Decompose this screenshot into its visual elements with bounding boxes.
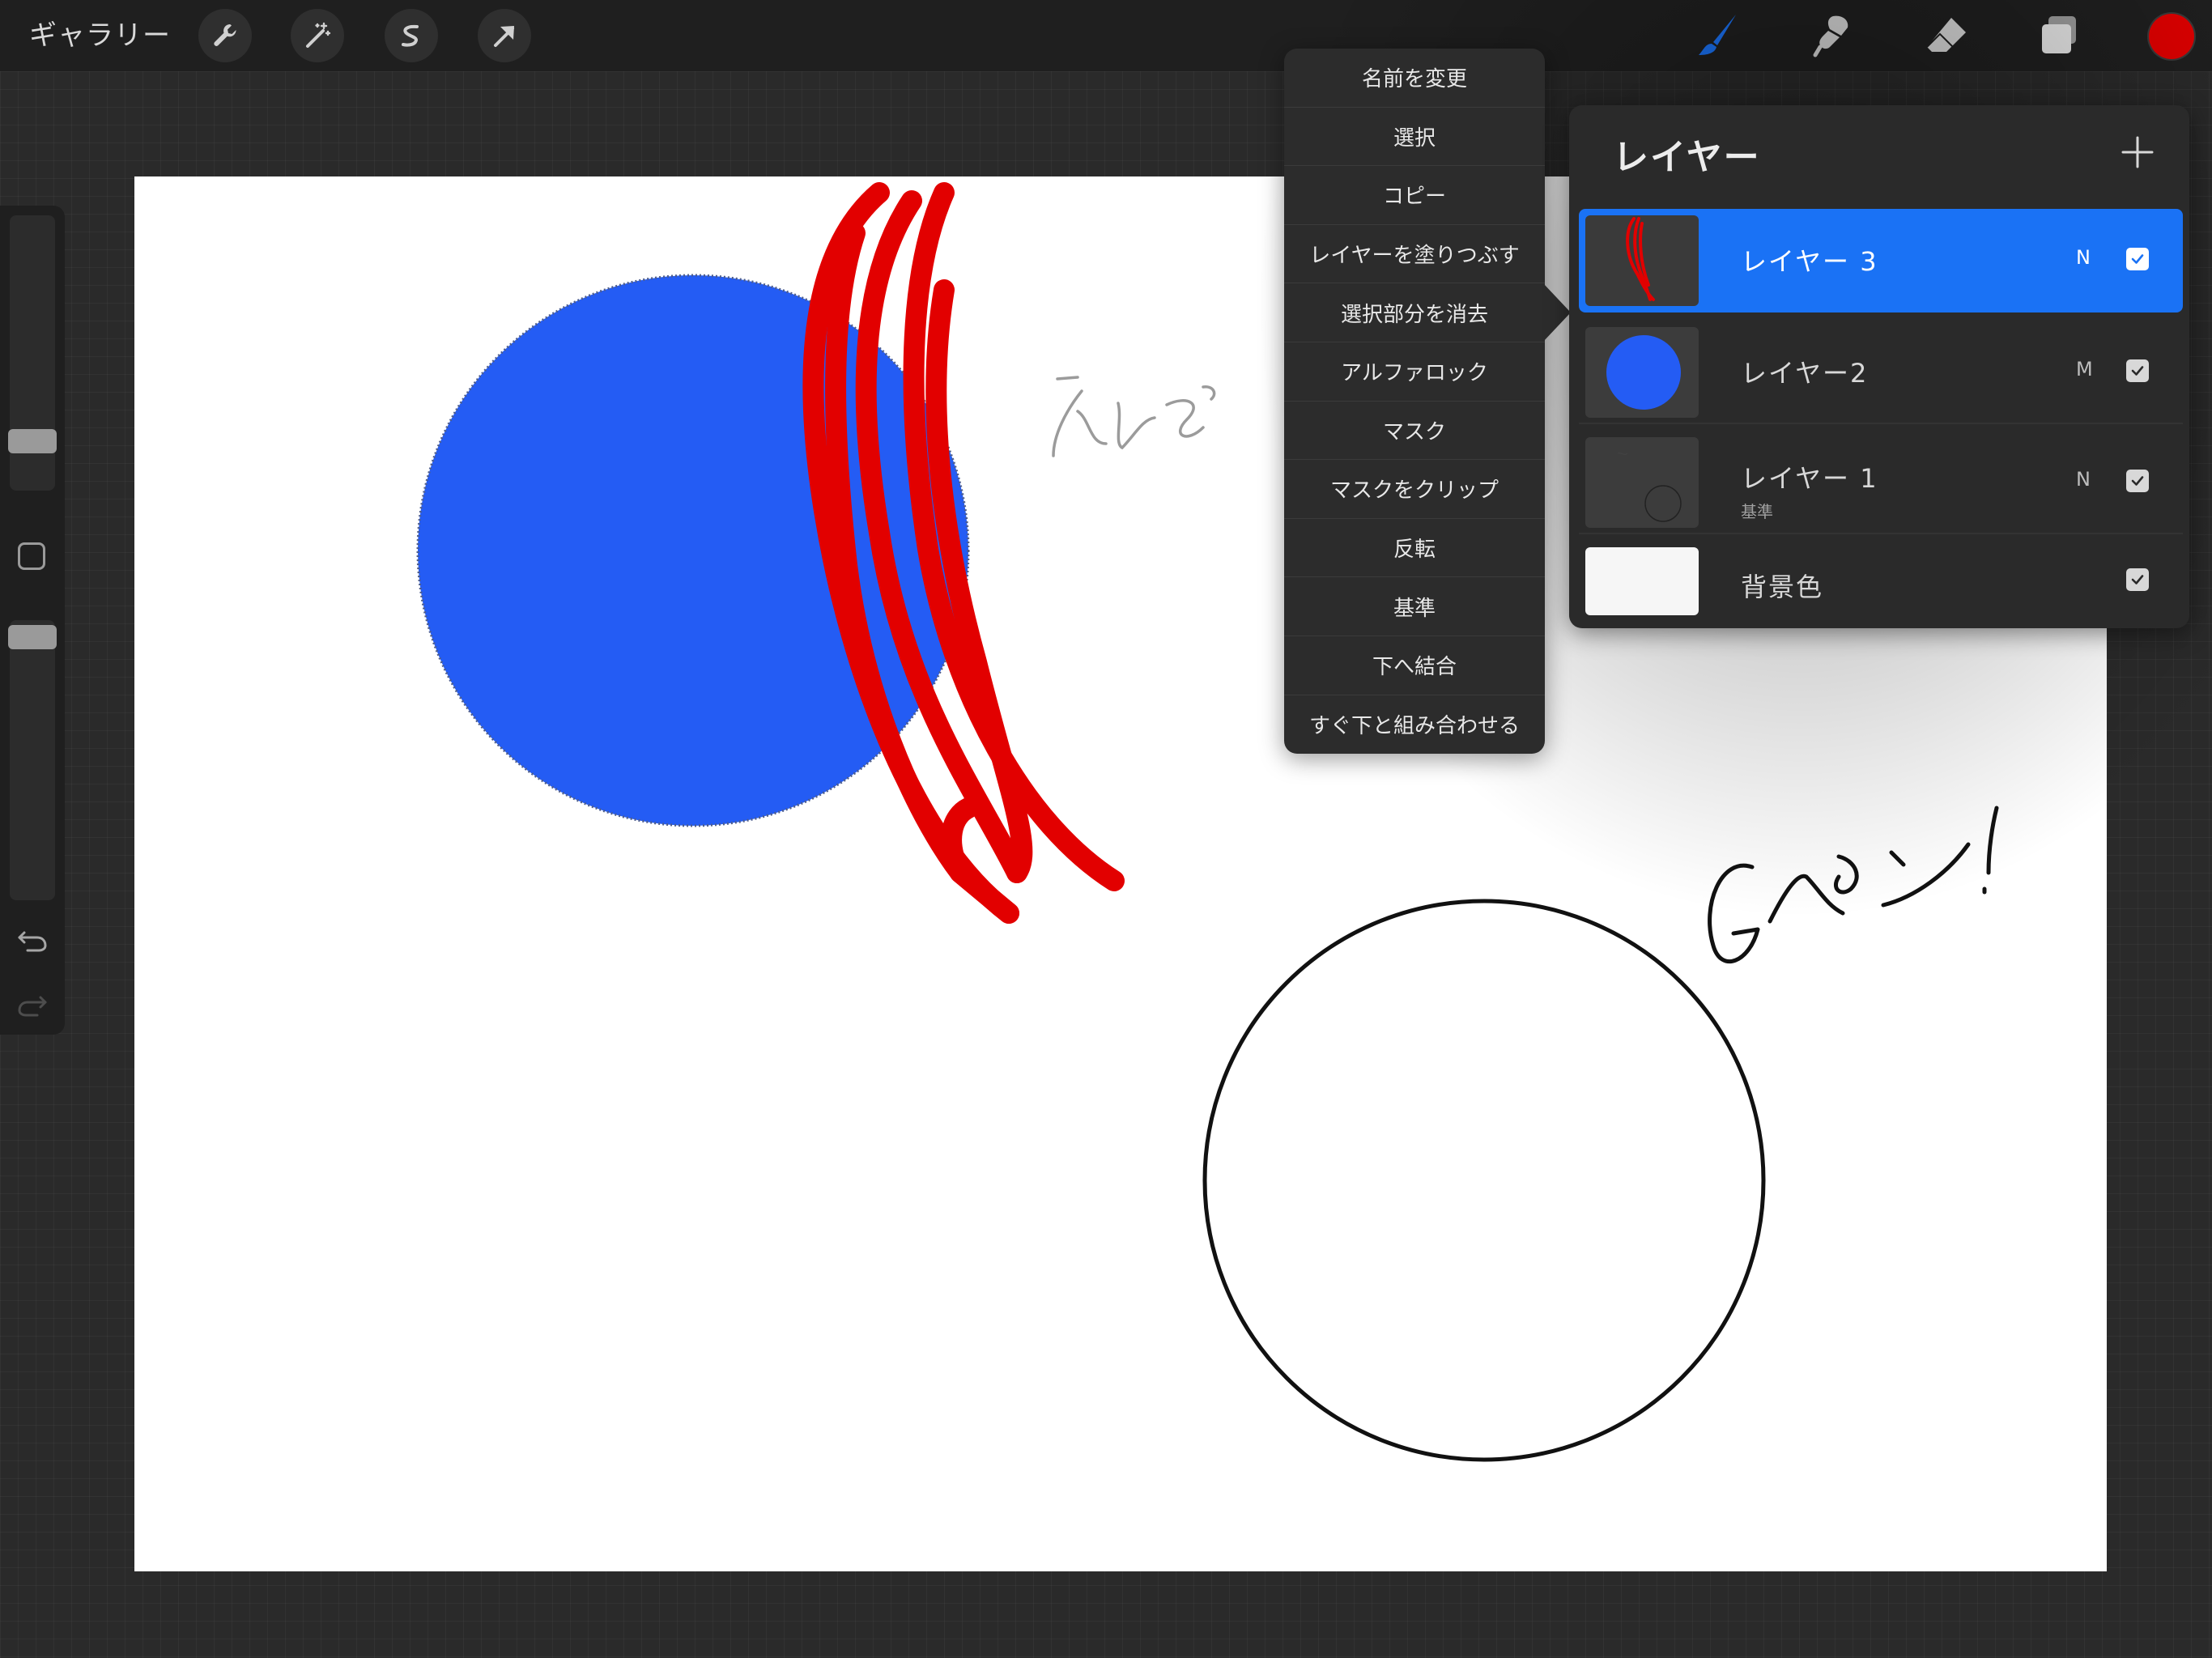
brush-size-thumb[interactable] — [8, 429, 57, 453]
background-color-swatch[interactable] — [1585, 547, 1699, 615]
checkmark-icon — [2131, 254, 2144, 264]
checkmark-icon — [2131, 575, 2144, 585]
gpen-handwriting — [1708, 806, 1999, 964]
selection-button[interactable] — [385, 9, 438, 62]
blend-mode-button[interactable]: N — [2076, 246, 2091, 269]
menu-alpha-lock[interactable]: アルファロック — [1284, 342, 1545, 402]
row-divider — [1579, 533, 2183, 534]
layers-panel-title: レイヤー — [1613, 137, 1761, 178]
transform-arrow-icon — [494, 26, 514, 47]
menu-merge-down[interactable]: 下へ結合 — [1284, 636, 1545, 695]
layers-button[interactable] — [2034, 10, 2086, 62]
undo-icon — [18, 931, 47, 952]
layer-name: レイヤー2 — [1741, 358, 1869, 389]
smudge-button[interactable] — [1807, 10, 1859, 62]
procreate-app: ギャラリー 名前を変更 選択 コピー レイヤーを塗りつぶす 選択部分を消去 アル… — [0, 0, 2212, 1658]
brush-icon — [1699, 15, 1736, 55]
menu-copy[interactable]: コピー — [1284, 166, 1545, 225]
smudge-icon — [1813, 15, 1848, 57]
actions-wrench-button[interactable] — [198, 9, 252, 62]
checkmark-icon — [2131, 476, 2144, 486]
menu-select[interactable]: 選択 — [1284, 108, 1545, 167]
redo-icon — [18, 996, 47, 1017]
menu-fill-layer[interactable]: レイヤーを塗りつぶす — [1284, 225, 1545, 284]
undo-button[interactable] — [15, 921, 50, 957]
selection-icon — [402, 24, 419, 47]
layers-icon — [2042, 16, 2076, 53]
layer-name: 背景色 — [1741, 572, 1824, 602]
menu-clear-selection[interactable]: 選択部分を消去 — [1284, 283, 1545, 342]
blend-mode-button[interactable]: M — [2076, 358, 2093, 380]
menu-rename[interactable]: 名前を変更 — [1284, 49, 1545, 108]
reference-label: 基準 — [1741, 502, 1773, 521]
eraser-icon — [1926, 18, 1966, 52]
layer-row-1[interactable]: レイヤー 1 基準 N — [1579, 431, 2183, 534]
visibility-checkbox[interactable] — [2126, 248, 2149, 270]
layer-thumbnail — [1585, 327, 1699, 418]
checkmark-icon — [2131, 366, 2144, 376]
transform-button[interactable] — [478, 9, 531, 62]
plus-icon — [2121, 136, 2154, 168]
layer-options-menu: 名前を変更 選択 コピー レイヤーを塗りつぶす 選択部分を消去 アルファロック … — [1284, 49, 1545, 755]
visibility-checkbox[interactable] — [2126, 470, 2149, 492]
brush-button[interactable] — [1692, 10, 1744, 62]
layers-panel: レイヤー レイヤー 3 N レイヤー2 M レイヤー 1 基準 N 背景色 — [1569, 105, 2189, 628]
eraser-button[interactable] — [1921, 10, 1972, 62]
wrench-icon — [214, 24, 236, 46]
layer-thumbnail — [1585, 437, 1699, 528]
pencil-handwriting — [1052, 376, 1216, 457]
menu-mask[interactable]: マスク — [1284, 402, 1545, 461]
brush-size-slider[interactable] — [8, 215, 57, 491]
layer-name: レイヤー 3 — [1741, 246, 1878, 277]
menu-reference[interactable]: 基準 — [1284, 577, 1545, 636]
layer-row-3[interactable]: レイヤー 3 N — [1579, 209, 2183, 312]
adjustments-button[interactable] — [291, 9, 344, 62]
top-toolbar: ギャラリー — [0, 0, 2212, 71]
menu-combine-down[interactable]: すぐ下と組み合わせる — [1284, 695, 1545, 755]
add-layer-button[interactable] — [2113, 128, 2162, 176]
background-color-row[interactable]: 背景色 — [1579, 539, 2183, 623]
row-divider — [1579, 423, 2183, 424]
gallery-button[interactable]: ギャラリー — [29, 15, 171, 57]
left-sidebar — [0, 206, 65, 1035]
blend-mode-button[interactable]: N — [2076, 468, 2091, 491]
opacity-thumb[interactable] — [8, 625, 57, 649]
layer-thumbnail — [1585, 215, 1699, 306]
layer-row-2[interactable]: レイヤー2 M — [1579, 321, 2183, 424]
menu-invert[interactable]: 反転 — [1284, 519, 1545, 578]
redo-button[interactable] — [15, 986, 50, 1022]
visibility-checkbox[interactable] — [2126, 568, 2149, 591]
visibility-checkbox[interactable] — [2126, 359, 2149, 382]
magic-wand-icon — [306, 22, 331, 48]
menu-pointer-arrow — [1543, 283, 1571, 342]
menu-clipping-mask[interactable]: マスクをクリップ — [1284, 460, 1545, 519]
opacity-slider[interactable] — [8, 620, 57, 900]
modify-button[interactable] — [18, 542, 45, 570]
layer-name: レイヤー 1 — [1741, 463, 1878, 494]
outline-circle-shape — [1202, 899, 1766, 1462]
color-picker-button[interactable] — [2149, 14, 2194, 59]
